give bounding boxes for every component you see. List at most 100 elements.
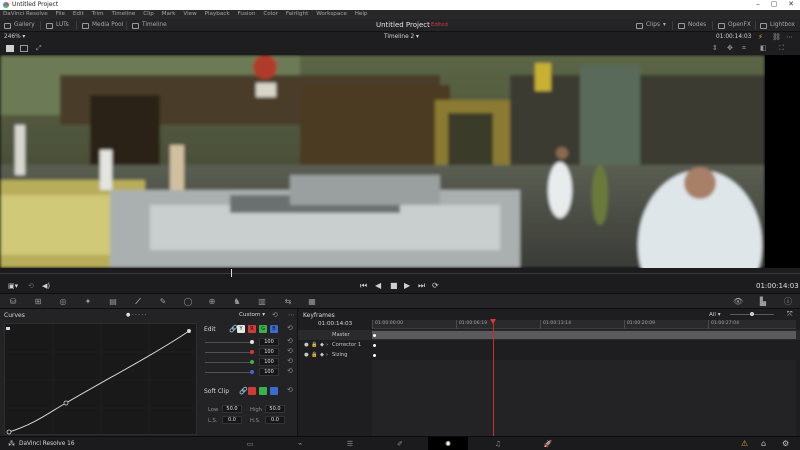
keyframe-marker[interactable] [373, 354, 376, 357]
color-page-icon[interactable]: ✺ [428, 437, 468, 450]
edit-page-icon[interactable]: ☰ [330, 437, 370, 450]
transform-tool-icon[interactable]: ✥ [727, 44, 733, 52]
expand-icon[interactable]: ⤧ [787, 310, 793, 319]
openfx-button[interactable]: OpenFX [718, 20, 751, 31]
reset-r-icon[interactable]: ⟲ [287, 347, 293, 355]
split-viewer-icon[interactable] [20, 45, 28, 52]
keyframe-add-icon[interactable]: ◆ [320, 342, 324, 348]
rgb-mixer-icon[interactable]: ✦ [83, 297, 93, 306]
visibility-dot-icon[interactable]: ● [304, 342, 309, 348]
crop-tool-icon[interactable]: ⌗ [742, 44, 746, 53]
audio-icon[interactable]: ◀) [42, 281, 50, 291]
menu-timeline[interactable]: Timeline [108, 10, 138, 17]
curves-graph[interactable] [4, 323, 198, 436]
fusion-page-icon[interactable]: ✐ [380, 437, 420, 450]
menu-color[interactable]: Color [260, 10, 281, 17]
reset-edit-icon[interactable]: ⟲ [287, 324, 293, 332]
menu-davinci-resolve[interactable]: DaVinci Resolve [0, 10, 51, 17]
home-icon[interactable]: ⌂ [761, 439, 766, 448]
clips-button[interactable]: Clips ▾ [636, 20, 666, 31]
intensity-slider-y[interactable] [205, 342, 250, 343]
menu-trim[interactable]: Trim [89, 10, 107, 17]
deliver-page-icon[interactable]: 🚀 [528, 437, 568, 450]
single-viewer-icon[interactable] [6, 45, 14, 52]
keyframe-marker[interactable] [373, 344, 376, 347]
reset-soft-clip-icon[interactable]: ⟲ [287, 386, 293, 394]
loop-playback-icon[interactable]: ⟳ [432, 281, 439, 291]
intensity-y-field[interactable]: 100 [259, 338, 279, 346]
expand-chevron-icon[interactable]: › [326, 342, 328, 348]
enhanced-viewer-icon[interactable]: ⤢ [36, 44, 42, 53]
window-icon[interactable]: ◯ [183, 297, 193, 306]
keyframe-playhead[interactable] [493, 320, 494, 436]
menu-playback[interactable]: Playback [202, 10, 233, 17]
warning-icon[interactable]: ⚠ [741, 439, 748, 448]
reset-curves-icon[interactable]: ⟲ [272, 311, 278, 319]
intensity-r-field[interactable]: 100 [259, 348, 279, 356]
menu-file[interactable]: File [53, 10, 68, 17]
media-pool-button[interactable]: Media Pool [82, 20, 123, 31]
menu-fusion[interactable]: Fusion [235, 10, 259, 17]
scrub-bar[interactable] [0, 268, 800, 278]
menu-help[interactable]: Help [352, 10, 371, 17]
menu-mark[interactable]: Mark [159, 10, 179, 17]
soft-clip-r-button[interactable] [248, 387, 256, 395]
go-to-start-icon[interactable]: ⏮ [360, 281, 367, 291]
blur-icon[interactable]: ▥ [257, 297, 267, 306]
sizing-icon[interactable]: ▦ [307, 297, 317, 306]
curves-mode-dropdown[interactable]: Custom ▾ [239, 312, 265, 318]
soft-clip-b-button[interactable] [270, 387, 278, 395]
channel-g-button[interactable]: G [259, 325, 267, 333]
keyframe-row-master[interactable]: Master [298, 330, 800, 340]
waveform-icon[interactable]: ▙ [758, 297, 768, 306]
maximize-icon[interactable]: ▢ [766, 0, 782, 10]
high-field[interactable]: 50.0 [265, 405, 285, 413]
keyframe-row-sizing[interactable]: ● 🔒 ◆ › Sizing [298, 350, 800, 360]
reset-y-icon[interactable]: ⟲ [287, 337, 293, 345]
highlight-icon[interactable]: ⚡ [758, 33, 763, 41]
camera-raw-icon[interactable]: ⛁ [8, 297, 18, 306]
keyframe-ruler[interactable]: 01:00:00:00 01:00:06:19 01:00:13:14 01:0… [372, 320, 796, 329]
reset-g-icon[interactable]: ⟲ [287, 357, 293, 365]
viewer-image[interactable] [0, 55, 800, 268]
info-icon[interactable]: ⓘ [783, 297, 793, 306]
tracker-icon[interactable]: ⊕ [207, 297, 217, 306]
reverse-play-icon[interactable]: ◀ [375, 281, 381, 291]
link-icon[interactable]: ⛓ [772, 33, 781, 41]
scopes-icon[interactable]: 👁 [733, 297, 743, 306]
scrub-playhead[interactable] [231, 269, 232, 277]
go-to-end-icon[interactable]: ⏭ [418, 281, 425, 291]
keyframe-row-corrector[interactable]: ● 🔒 ◆ › Corrector 1 [298, 340, 800, 350]
reset-b-icon[interactable]: ⟲ [287, 367, 293, 375]
luts-button[interactable]: LUTs [46, 20, 69, 31]
fullscreen-icon[interactable]: ⛶ [779, 44, 784, 53]
magic-mask-icon[interactable]: ♞ [232, 297, 242, 306]
intensity-g-field[interactable]: 100 [259, 358, 279, 366]
lock-icon[interactable]: 🔒 [311, 352, 317, 358]
playhead-marker[interactable] [490, 319, 496, 324]
soft-clip-link-icon[interactable]: 🔗 [239, 387, 248, 395]
intensity-slider-g[interactable] [205, 362, 250, 363]
menu-clip[interactable]: Clip [140, 10, 157, 17]
curves-options-icon[interactable]: ⋯ [288, 311, 295, 319]
lightbox-button[interactable]: Lightbox [760, 20, 795, 31]
soft-clip-g-button[interactable] [259, 387, 267, 395]
timeline-selector[interactable]: Timeline 2 ▾ [384, 34, 419, 40]
play-icon[interactable]: ▶ [404, 281, 410, 291]
intensity-slider-r[interactable] [205, 352, 250, 353]
keyframe-marker[interactable] [373, 334, 376, 337]
qualifier-icon[interactable]: ✎ [158, 297, 168, 306]
intensity-slider-b[interactable] [205, 372, 250, 373]
fairlight-page-icon[interactable]: ♫ [478, 437, 518, 450]
keyframe-add-icon[interactable]: ◆ [320, 352, 324, 358]
pointer-tool-icon[interactable]: ⇕ [712, 44, 718, 52]
low-field[interactable]: 50.0 [222, 405, 242, 413]
timeline-button[interactable]: Timeline [132, 20, 167, 31]
wipe-tool-icon[interactable]: ◧ [760, 44, 767, 52]
lock-icon[interactable]: 🔒 [311, 342, 317, 348]
curves-icon[interactable]: ⟋ [133, 297, 143, 306]
cut-page-icon[interactable]: ⌁ [280, 437, 320, 450]
color-match-icon[interactable]: ⊞ [33, 297, 43, 306]
more-options-icon[interactable]: ⋯ [786, 33, 793, 41]
expand-chevron-icon[interactable]: › [326, 352, 328, 358]
